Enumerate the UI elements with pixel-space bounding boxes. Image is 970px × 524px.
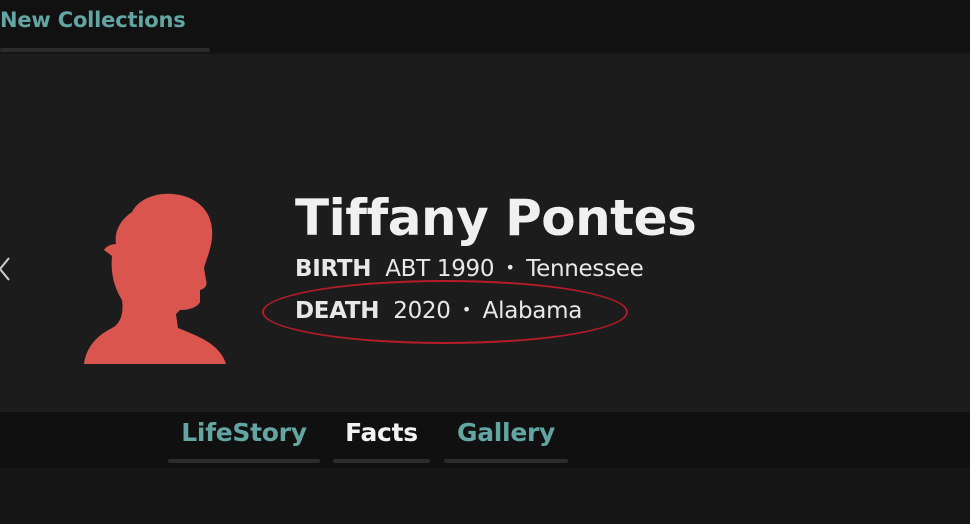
tab-lifestory[interactable]: LifeStory bbox=[168, 412, 320, 468]
tab-gallery-underline bbox=[444, 459, 568, 463]
person-name: Tiffany Pontes bbox=[295, 189, 697, 247]
birth-separator: • bbox=[505, 258, 515, 277]
tab-lifestory-label: LifeStory bbox=[181, 418, 307, 447]
birth-place: Tennessee bbox=[526, 256, 644, 282]
new-collections-tab[interactable]: New Collections bbox=[0, 0, 210, 52]
chevron-left-icon[interactable] bbox=[0, 256, 12, 282]
birth-label: BIRTH bbox=[295, 256, 372, 282]
profile-page: New Collections Tiffany Pontes BIRTH ABT … bbox=[0, 0, 970, 524]
tab-facts-label: Facts bbox=[345, 418, 418, 447]
tab-underline bbox=[0, 48, 210, 52]
death-highlight-circle bbox=[262, 280, 628, 344]
content-area bbox=[0, 468, 970, 524]
tab-facts-underline bbox=[333, 459, 430, 463]
person-silhouette-icon[interactable] bbox=[80, 190, 230, 364]
birth-row: BIRTH ABT 1990 • Tennessee bbox=[295, 253, 696, 284]
new-collections-label: New Collections bbox=[0, 8, 186, 32]
profile-tabs: LifeStory Facts Gallery bbox=[0, 412, 970, 468]
tab-lifestory-underline bbox=[168, 459, 320, 463]
tab-gallery-label: Gallery bbox=[456, 418, 555, 447]
birth-date: ABT 1990 bbox=[385, 256, 495, 282]
top-bar: New Collections bbox=[0, 0, 970, 52]
tab-facts[interactable]: Facts bbox=[333, 412, 430, 468]
tab-gallery[interactable]: Gallery bbox=[444, 412, 568, 468]
